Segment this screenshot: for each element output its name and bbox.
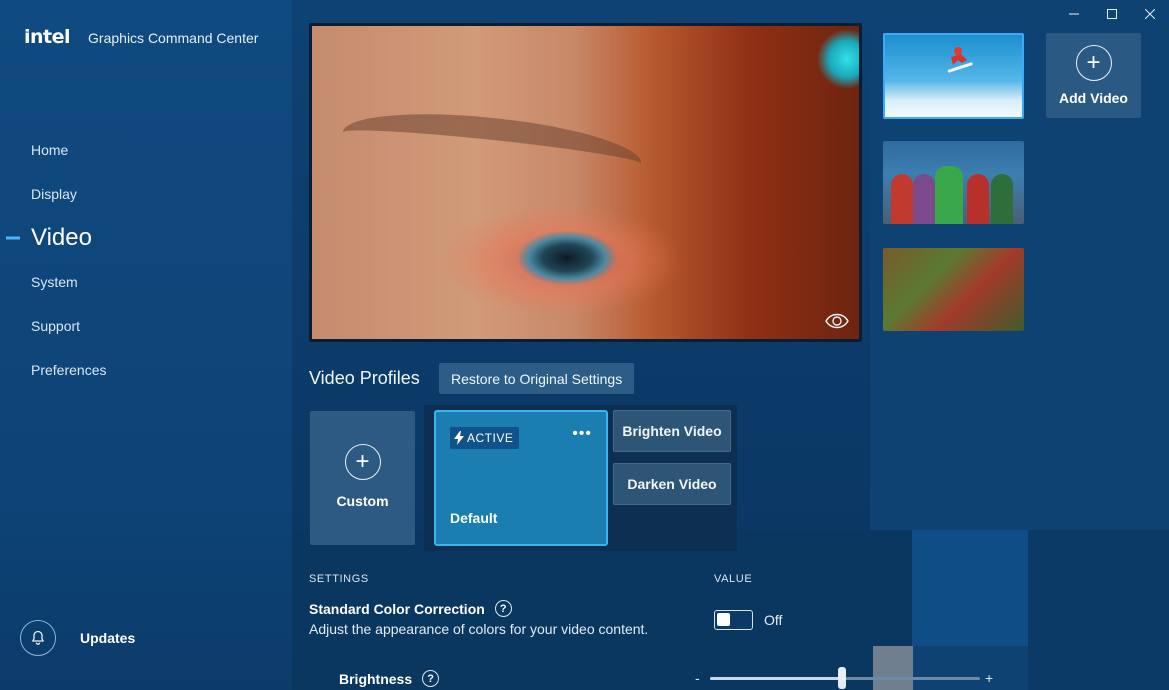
brightness-slider-thumb[interactable] — [838, 667, 847, 689]
add-video-button[interactable]: + Add Video — [1046, 33, 1141, 118]
sidebar-item-label: Display — [31, 186, 77, 202]
sidebar-item-support[interactable]: Support — [0, 304, 292, 348]
help-icon[interactable]: ? — [422, 670, 440, 687]
sidebar-item-label: Support — [31, 318, 81, 334]
sidebar-item-label: Home — [31, 142, 69, 158]
video-preview[interactable] — [309, 23, 862, 342]
brightness-minus-label: - — [695, 670, 700, 686]
add-video-label: Add Video — [1059, 90, 1128, 106]
restore-original-settings-button[interactable]: Restore to Original Settings — [439, 363, 635, 394]
more-options-icon[interactable]: ••• — [572, 426, 592, 442]
brightness-plus-label: + — [985, 670, 994, 686]
sidebar-item-label: System — [31, 274, 78, 290]
sidebar: intel Graphics Command Center Home Displ… — [0, 0, 292, 690]
sidebar-item-preferences[interactable]: Preferences — [0, 348, 292, 392]
sidebar-item-display[interactable]: Display — [0, 172, 292, 216]
toggle-knob — [717, 613, 730, 626]
snowboarder-thumbnail[interactable] — [883, 33, 1024, 119]
app-window: intel Graphics Command Center Home Displ… — [0, 0, 1169, 690]
darken-video-button[interactable]: Darken Video — [613, 463, 731, 505]
sidebar-item-label: Preferences — [31, 362, 107, 378]
minimize-button[interactable] — [1055, 0, 1093, 28]
custom-profile-button[interactable]: + Custom — [310, 411, 415, 545]
maximize-button[interactable] — [1093, 0, 1131, 28]
sidebar-item-home[interactable]: Home — [0, 128, 292, 172]
window-controls — [1055, 0, 1169, 28]
status-badge: ACTIVE — [450, 427, 520, 449]
close-button[interactable] — [1131, 0, 1169, 28]
active-badge-label: ACTIVE — [467, 431, 514, 445]
color-correction-state: Off — [764, 612, 783, 628]
decorative-strip — [1028, 530, 1169, 690]
market-thumbnail[interactable] — [883, 248, 1024, 331]
lightning-icon — [454, 431, 464, 445]
updates-section: Updates — [20, 620, 135, 656]
color-correction-description: Adjust the appearance of colors for your… — [309, 621, 649, 637]
default-profile-card[interactable]: ACTIVE ••• Default — [434, 410, 608, 546]
default-profile-label: Default — [450, 510, 498, 526]
active-indicator — [6, 236, 20, 240]
minimize-icon — [1069, 13, 1079, 15]
snowboarder-figure — [947, 47, 973, 73]
video-profiles-heading: Video Profiles — [309, 368, 420, 388]
custom-profile-label: Custom — [336, 492, 389, 509]
eye-icon — [825, 313, 849, 329]
group-portrait-thumbnail[interactable] — [883, 141, 1024, 224]
brand: intel Graphics Command Center — [24, 26, 258, 48]
app-title: Graphics Command Center — [88, 30, 259, 46]
brightness-row-title: Brightness ? — [339, 670, 440, 687]
brighten-video-button[interactable]: Brighten Video — [613, 410, 731, 452]
bell-icon — [32, 630, 44, 645]
brightness-slider-fill — [710, 677, 843, 680]
help-icon[interactable]: ? — [494, 600, 512, 617]
decorative-square-gray — [873, 646, 913, 690]
value-column-header: VALUE — [714, 573, 753, 585]
close-icon — [1145, 9, 1155, 19]
decorative-square — [912, 530, 1028, 646]
compare-view-button[interactable] — [825, 313, 849, 329]
updates-label[interactable]: Updates — [80, 630, 135, 646]
color-correction-row-title: Standard Color Correction ? — [309, 600, 512, 617]
updates-button[interactable] — [20, 620, 56, 656]
sidebar-item-video[interactable]: Video — [0, 216, 292, 260]
color-correction-title: Standard Color Correction — [309, 600, 485, 617]
preview-image-detail — [339, 102, 645, 194]
color-correction-toggle[interactable] — [714, 610, 753, 630]
maximize-icon — [1107, 9, 1117, 19]
intel-logo: intel — [24, 26, 71, 48]
settings-column-header: SETTINGS — [309, 573, 369, 585]
sidebar-nav: Home Display Video System Support Prefer… — [0, 128, 292, 392]
preview-image-detail — [817, 29, 859, 109]
plus-icon: + — [344, 443, 381, 480]
sidebar-item-system[interactable]: System — [0, 260, 292, 304]
sidebar-item-label: Video — [31, 224, 92, 251]
brightness-title: Brightness — [339, 670, 413, 687]
plus-icon: + — [1075, 45, 1112, 81]
